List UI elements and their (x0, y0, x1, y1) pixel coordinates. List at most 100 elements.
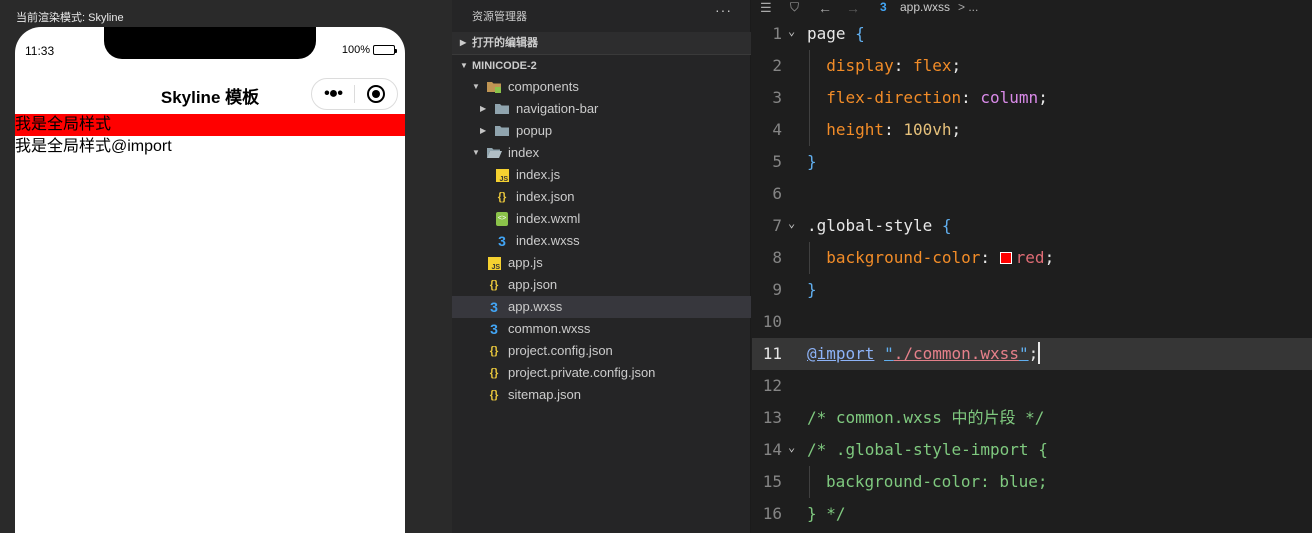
simulator-panel: 当前渲染模式: Skyline 11:33 100% Skyline 模板 •●… (0, 0, 452, 533)
json-file-icon: {} (489, 345, 499, 357)
project-section[interactable]: ▼ MINICODE-2 (452, 54, 751, 76)
bookmark-icon[interactable]: ⛉ (790, 0, 799, 15)
code-line: 13 /* common.wxss 中的片段 */ (752, 402, 1312, 434)
global-style-text: 我是全局样式 (15, 114, 405, 136)
breadcrumb-file[interactable]: app.wxss (900, 0, 950, 14)
code-line: 3 flex-direction: column; (752, 82, 1312, 114)
import-keyword: @import (807, 344, 875, 363)
line-number: 3 (772, 88, 782, 107)
code-line: 16 } */ (752, 498, 1312, 530)
brace: } (807, 152, 817, 171)
line-number: 8 (772, 248, 782, 267)
css-property: background-color (826, 248, 981, 267)
tree-item-label: navigation-bar (516, 101, 599, 116)
tree-item-label: index.js (516, 167, 561, 182)
app-window: 当前渲染模式: Skyline 11:33 100% Skyline 模板 •●… (0, 0, 1312, 533)
css-value: 100vh (903, 120, 952, 139)
tree-item-index-wxml[interactable]: <> index.wxml (452, 208, 751, 230)
tree-item-label: app.wxss (508, 299, 563, 314)
tree-item-label: index (508, 145, 540, 160)
fold-chevron-icon[interactable]: ⌄ (788, 15, 795, 47)
list-icon[interactable]: ☰ (760, 0, 772, 16)
folder-open-icon (487, 148, 502, 158)
chevron-right-icon: ▶ (480, 126, 487, 135)
code-lines[interactable]: 1 ⌄ page { 2 display: flex; 3 flex-direc… (752, 18, 1312, 530)
code-comment: background-color: blue; (826, 472, 1048, 491)
open-editors-section[interactable]: ▶ 打开的编辑器 (452, 32, 751, 54)
forward-arrow-icon[interactable]: → (846, 0, 860, 16)
line-number: 12 (762, 376, 782, 395)
tree-item-app-js[interactable]: JS app.js (452, 252, 751, 274)
wxss-file-icon: 3 (880, 0, 887, 14)
wxml-file-icon: <> (496, 212, 508, 226)
tree-item-app-wxss[interactable]: 3 app.wxss (452, 296, 751, 318)
line-number: 10 (762, 312, 782, 331)
tree-item-index-folder[interactable]: ▼ index (452, 142, 751, 164)
tree-item-project-config[interactable]: {} project.config.json (452, 340, 751, 362)
code-line: 15 background-color: blue; (752, 466, 1312, 498)
status-battery: 100% (342, 44, 397, 56)
breadcrumb-more[interactable]: > ... (958, 0, 978, 14)
editor-toolbar: ☰ ⛉ ← → 3 app.wxss > ... (752, 0, 1312, 18)
explorer-panel: 资源管理器 ··· ▶ 打开的编辑器 ▼ MINICODE-2 ▼ compon… (452, 0, 751, 533)
line-number: 15 (762, 472, 782, 491)
more-dots-icon[interactable]: •●• (312, 85, 354, 103)
code-line: 8 background-color: red; (752, 242, 1312, 274)
line-number: 16 (762, 504, 782, 523)
fold-chevron-icon[interactable]: ⌄ (788, 431, 795, 463)
tree-item-label: popup (516, 123, 553, 138)
tree-item-navigation-bar[interactable]: ▶ navigation-bar (452, 98, 751, 120)
tree-item-index-wxss[interactable]: 3 index.wxss (452, 230, 751, 252)
line-number: 14 (762, 440, 782, 459)
code-line: 1 ⌄ page { (752, 18, 1312, 50)
line-number: 5 (772, 152, 782, 171)
json-file-icon: {} (489, 389, 499, 401)
back-arrow-icon[interactable]: ← (818, 0, 832, 16)
fold-chevron-icon[interactable]: ⌄ (788, 207, 795, 239)
close-miniprogram-icon[interactable] (355, 85, 397, 103)
code-line: 5 } (752, 146, 1312, 178)
css-selector: .global-style (807, 216, 933, 235)
brace: { (855, 24, 865, 43)
phone-screen: 11:33 100% Skyline 模板 •●• 我是全局样式 我是全局样式@… (15, 27, 405, 533)
chevron-right-icon: ▶ (460, 38, 467, 47)
tree-item-sitemap[interactable]: {} sitemap.json (452, 384, 751, 406)
chevron-down-icon: ▼ (472, 82, 480, 91)
folder-icon (495, 104, 509, 114)
js-file-icon: JS (488, 257, 501, 271)
menu-capsule: •●• (311, 78, 398, 110)
more-actions-icon[interactable]: ··· (715, 2, 732, 18)
chevron-down-icon: ▼ (472, 148, 480, 157)
color-swatch[interactable] (999, 252, 1012, 264)
css-property: height (826, 120, 885, 139)
tree-item-popup[interactable]: ▶ popup (452, 120, 751, 142)
css-value: column (980, 88, 1039, 107)
tree-item-components[interactable]: ▼ components (452, 76, 751, 98)
code-comment: } */ (807, 504, 846, 523)
tree-item-label: sitemap.json (508, 387, 581, 402)
code-line: 6 (752, 178, 1312, 210)
code-editor: ☰ ⛉ ← → 3 app.wxss > ... 1 ⌄ page { 2 di… (752, 0, 1312, 533)
import-path[interactable]: ./common.wxss (894, 344, 1019, 363)
status-time: 11:33 (25, 44, 55, 58)
tree-item-app-json[interactable]: {} app.json (452, 274, 751, 296)
css-property: flex-direction (826, 88, 962, 107)
css-property: display (826, 56, 894, 75)
text-cursor (1038, 342, 1041, 364)
tree-item-index-js[interactable]: JS index.js (452, 164, 751, 186)
code-line-current: 11 @import "./common.wxss"; (752, 338, 1312, 370)
tree-item-common-wxss[interactable]: 3 common.wxss (452, 318, 751, 340)
project-label: MINICODE-2 (472, 60, 537, 72)
code-line: 4 height: 100vh; (752, 114, 1312, 146)
css-value: red (1015, 248, 1045, 267)
brace: } (807, 280, 817, 299)
line-number: 6 (772, 184, 782, 203)
chevron-right-icon: ▶ (480, 104, 487, 113)
js-file-icon: JS (496, 169, 509, 183)
tree-item-project-private-config[interactable]: {} project.private.config.json (452, 362, 751, 384)
folder-components-icon (487, 82, 501, 93)
tree-item-index-json[interactable]: {} index.json (452, 186, 751, 208)
wxss-file-icon: 3 (498, 233, 506, 249)
code-comment: /* common.wxss 中的片段 */ (807, 408, 1045, 427)
phone-notch (104, 27, 316, 59)
